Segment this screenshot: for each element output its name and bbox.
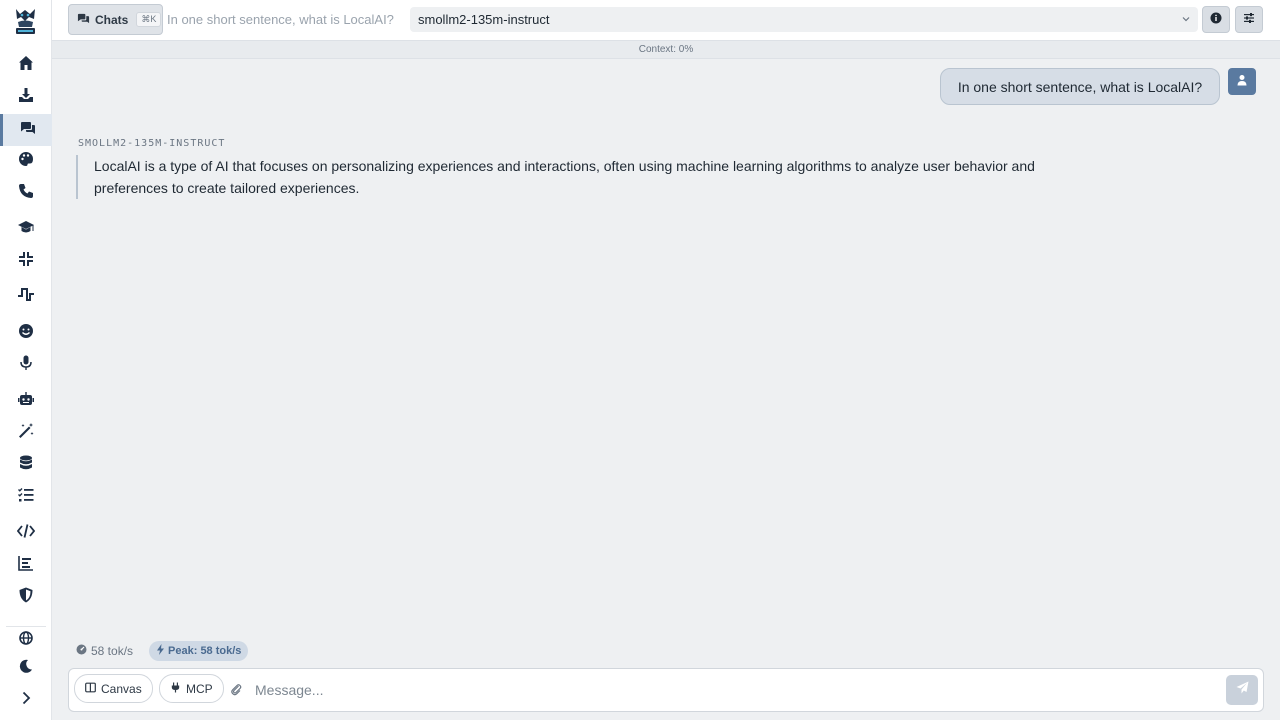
sidebar-item-learn[interactable] bbox=[0, 213, 52, 245]
chat-icon bbox=[19, 119, 37, 142]
model-select-value: smollm2-135m-instruct bbox=[418, 12, 550, 27]
chat-title: In one short sentence, what is LocalAI? bbox=[167, 12, 394, 27]
chevron-right-icon bbox=[17, 689, 35, 712]
columns-icon bbox=[85, 682, 96, 696]
sidebar-item-magic[interactable] bbox=[0, 417, 52, 449]
bar-chart-icon bbox=[17, 554, 35, 577]
peak-speed-badge: Peak: 58 tok/s bbox=[149, 641, 249, 661]
model-info-button[interactable] bbox=[1202, 6, 1230, 33]
graduation-cap-icon bbox=[17, 218, 35, 241]
sidebar-item-sound[interactable] bbox=[0, 281, 52, 313]
sidebar-item-chat[interactable] bbox=[0, 114, 52, 146]
waveform-icon bbox=[17, 286, 35, 309]
code-icon bbox=[16, 522, 36, 545]
shortcut-hint: ⌘K bbox=[136, 12, 162, 27]
globe-icon bbox=[17, 629, 35, 652]
sliders-icon bbox=[1243, 11, 1255, 29]
chat-icon bbox=[77, 12, 90, 28]
robot-icon bbox=[17, 390, 35, 413]
bolt-icon bbox=[156, 644, 165, 658]
compress-icon bbox=[17, 250, 35, 273]
sidebar-item-security[interactable] bbox=[0, 581, 52, 613]
plug-icon bbox=[170, 682, 181, 696]
localai-logo[interactable] bbox=[10, 5, 41, 36]
sidebar-item-agents[interactable] bbox=[0, 385, 52, 417]
canvas-label: Canvas bbox=[101, 681, 142, 696]
sidebar-item-stats[interactable] bbox=[0, 549, 52, 581]
gauge-icon bbox=[76, 644, 87, 658]
sidebar-item-stores[interactable] bbox=[0, 449, 52, 481]
canvas-button[interactable]: Canvas bbox=[74, 674, 153, 703]
sidebar-item-jobs[interactable] bbox=[0, 481, 52, 513]
assistant-model-name: smollm2-135m-instruct bbox=[78, 138, 226, 149]
avatar bbox=[1228, 68, 1256, 95]
send-button[interactable] bbox=[1226, 675, 1258, 705]
home-icon bbox=[17, 54, 35, 77]
mcp-button[interactable]: MCP bbox=[159, 674, 224, 703]
chats-label: Chats bbox=[95, 12, 129, 27]
model-select[interactable]: smollm2-135m-instruct bbox=[410, 7, 1198, 32]
list-check-icon bbox=[17, 486, 35, 509]
microphone-icon bbox=[17, 354, 35, 377]
paperclip-icon[interactable] bbox=[229, 682, 243, 696]
sidebar-item-transcribe[interactable] bbox=[0, 349, 52, 381]
sidebar-item-models[interactable] bbox=[0, 81, 52, 113]
palette-icon bbox=[17, 150, 35, 173]
user-message: In one short sentence, what is LocalAI? bbox=[940, 68, 1220, 105]
phone-icon bbox=[17, 182, 35, 205]
peak-speed-value: Peak: 58 tok/s bbox=[168, 645, 242, 657]
user-icon bbox=[1236, 73, 1248, 91]
download-icon bbox=[17, 86, 35, 109]
paper-plane-icon bbox=[1236, 681, 1249, 699]
magic-wand-icon bbox=[17, 422, 35, 445]
sidebar-item-talk[interactable] bbox=[0, 177, 52, 209]
database-icon bbox=[17, 454, 35, 477]
chat-settings-button[interactable] bbox=[1235, 6, 1263, 33]
sidebar-item-image[interactable] bbox=[0, 145, 52, 177]
assistant-message: LocalAI is a type of AI that focuses on … bbox=[76, 155, 1076, 199]
speed-value: 58 tok/s bbox=[91, 644, 134, 658]
shield-icon bbox=[17, 586, 35, 609]
theme-toggle[interactable] bbox=[0, 652, 52, 684]
smile-icon bbox=[17, 322, 35, 345]
message-composer: Canvas MCP bbox=[68, 668, 1264, 712]
mcp-label: MCP bbox=[186, 681, 213, 696]
context-usage: Context: 0% bbox=[52, 40, 1280, 59]
speed-indicator: 58 tok/s bbox=[76, 644, 133, 658]
sidebar-item-face[interactable] bbox=[0, 317, 52, 349]
sidebar-item-compress[interactable] bbox=[0, 245, 52, 277]
chevron-down-icon bbox=[1180, 13, 1192, 25]
sidebar-item-home[interactable] bbox=[0, 49, 52, 81]
top-bar: Chats ⌘K In one short sentence, what is … bbox=[52, 0, 1280, 40]
sidebar bbox=[0, 0, 52, 720]
moon-icon bbox=[17, 657, 35, 680]
message-input[interactable] bbox=[255, 678, 1215, 702]
sidebar-item-api[interactable] bbox=[0, 517, 52, 549]
generation-stats: 58 tok/s Peak: 58 tok/s bbox=[76, 641, 249, 661]
sidebar-expand-button[interactable] bbox=[0, 684, 52, 716]
info-icon bbox=[1210, 11, 1222, 29]
chats-button[interactable]: Chats ⌘K bbox=[68, 4, 163, 35]
